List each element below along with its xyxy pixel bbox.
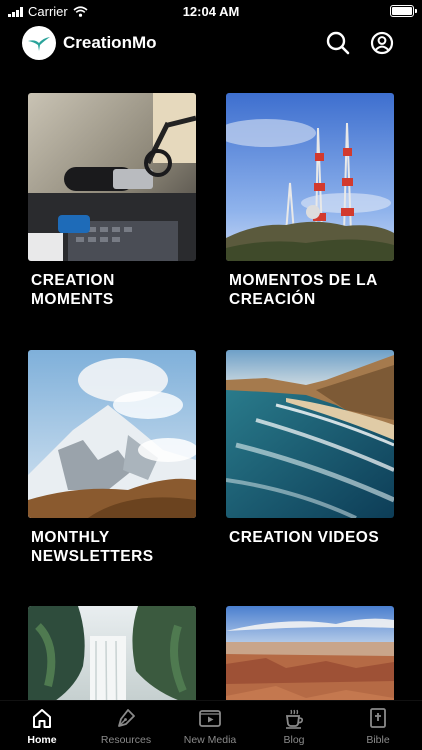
account-button[interactable] bbox=[369, 30, 395, 56]
play-icon bbox=[199, 710, 221, 727]
card-monthly-newsletters[interactable]: MONTHLY NEWSLETTERS bbox=[28, 350, 196, 566]
card-title: MONTHLY NEWSLETTERS bbox=[31, 529, 154, 565]
logo-bird-icon bbox=[28, 37, 50, 51]
card-momentos-de-la-creacion[interactable]: MOMENTOS DE LA CREACIÓN bbox=[226, 93, 394, 309]
microphone-studio-image bbox=[28, 93, 196, 261]
card-creation-videos[interactable]: CREATION VIDEOS bbox=[226, 350, 394, 547]
card-waterfall[interactable] bbox=[28, 606, 196, 700]
app-title: CreationMo bbox=[63, 33, 157, 52]
coastline-image bbox=[226, 350, 394, 518]
app-header: CreationMo bbox=[0, 24, 422, 64]
snowy-mountain-image bbox=[28, 350, 196, 518]
card-creation-moments[interactable]: CREATION MOMENTS bbox=[28, 93, 196, 309]
pen-nib-icon bbox=[118, 709, 135, 727]
status-bar: Carrier 12:04 AM bbox=[0, 0, 422, 24]
tab-resources[interactable]: Resources bbox=[84, 707, 168, 746]
tab-label: Resources bbox=[100, 734, 152, 746]
home-icon bbox=[33, 709, 51, 728]
card-title: MOMENTOS DE LA CREACIÓN bbox=[229, 272, 378, 308]
battery-icon bbox=[390, 5, 417, 17]
tab-home[interactable]: Home bbox=[0, 707, 84, 746]
content-grid: CREATION MOMENTS MOMENTOS DE LA CREACIÓN… bbox=[0, 93, 422, 700]
account-icon bbox=[370, 31, 394, 55]
status-time: 12:04 AM bbox=[182, 4, 240, 19]
card-title: CREATION VIDEOS bbox=[229, 529, 380, 546]
card-title: CREATION MOMENTS bbox=[31, 272, 115, 308]
search-button[interactable] bbox=[325, 30, 351, 56]
tab-new-media[interactable]: New Media bbox=[168, 707, 252, 746]
tab-bible[interactable]: Bible bbox=[336, 707, 420, 746]
tab-label: New Media bbox=[183, 734, 237, 746]
tab-label: Home bbox=[27, 734, 57, 746]
tab-bar: Home Resources New Media Blog Bible bbox=[0, 700, 422, 750]
coffee-cup-icon bbox=[285, 709, 303, 729]
radio-towers-image bbox=[226, 93, 394, 261]
tab-label: Bible bbox=[366, 734, 390, 746]
card-canyon[interactable] bbox=[226, 606, 394, 700]
app-logo[interactable] bbox=[22, 26, 56, 60]
bible-icon bbox=[370, 708, 386, 728]
tab-label: Blog bbox=[283, 734, 305, 746]
canyon-image bbox=[226, 606, 394, 700]
waterfall-image bbox=[28, 606, 196, 700]
search-icon bbox=[326, 31, 350, 55]
tab-blog[interactable]: Blog bbox=[252, 707, 336, 746]
